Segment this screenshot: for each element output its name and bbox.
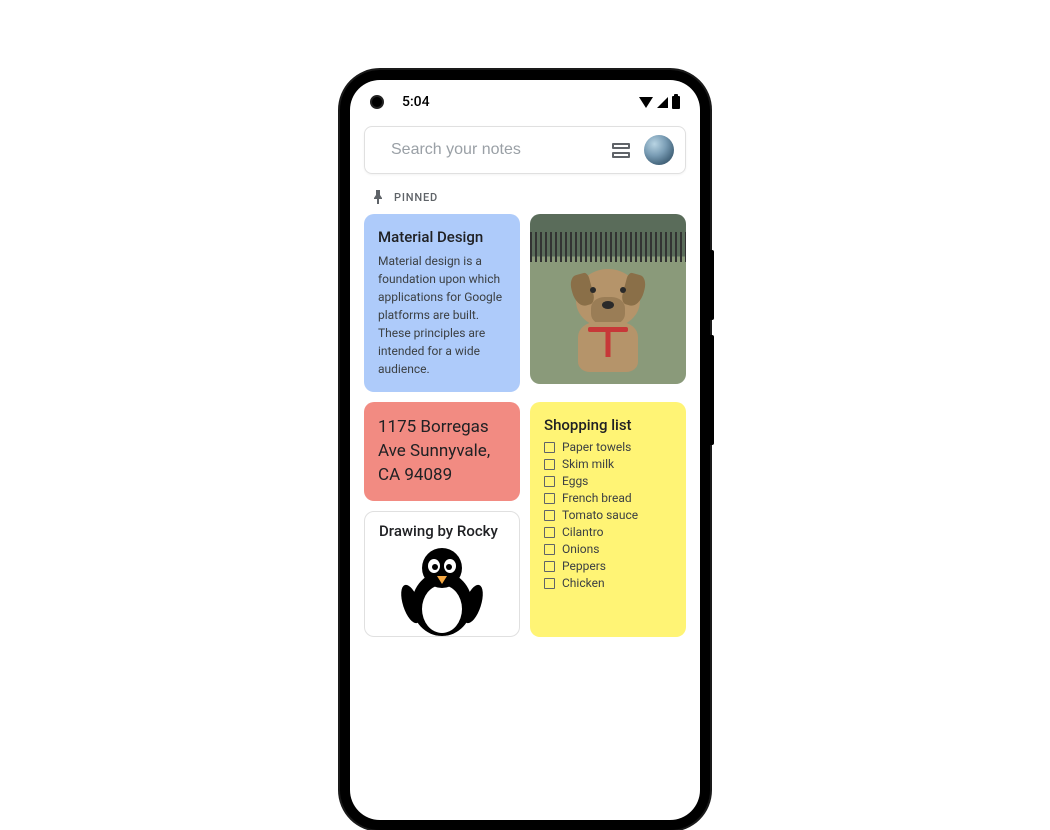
checkbox[interactable]	[544, 561, 555, 572]
checkbox[interactable]	[544, 510, 555, 521]
note-body: Material design is a foundation upon whi…	[378, 252, 506, 378]
list-item[interactable]: Eggs	[544, 474, 672, 488]
avatar[interactable]	[644, 135, 674, 165]
cellular-signal-icon	[657, 97, 668, 108]
checkbox[interactable]	[544, 476, 555, 487]
pin-icon	[372, 190, 384, 204]
note-title: Shopping list	[544, 416, 672, 434]
checkbox[interactable]	[544, 544, 555, 555]
checkbox[interactable]	[544, 442, 555, 453]
checkbox[interactable]	[544, 527, 555, 538]
item-label: French bread	[562, 491, 632, 505]
item-label: Peppers	[562, 559, 606, 573]
checkbox[interactable]	[544, 493, 555, 504]
list-item[interactable]: Peppers	[544, 559, 672, 573]
checkbox[interactable]	[544, 459, 555, 470]
status-time: 5:04	[402, 94, 430, 110]
item-label: Onions	[562, 542, 599, 556]
status-bar: 5:04	[350, 80, 700, 120]
list-item[interactable]: French bread	[544, 491, 672, 505]
list-item[interactable]: Paper towels	[544, 440, 672, 454]
note-address[interactable]: 1175 Borregas Ave Sunnyvale, CA 94089	[364, 402, 520, 501]
note-title: Drawing by Rocky	[379, 522, 505, 540]
volume-button	[710, 335, 714, 445]
list-item[interactable]: Skim milk	[544, 457, 672, 471]
item-label: Eggs	[562, 474, 588, 488]
search-input[interactable]	[391, 141, 598, 159]
note-address-text: 1175 Borregas Ave Sunnyvale, CA 94089	[378, 416, 506, 487]
checklist: Paper towels Skim milk Eggs French bread…	[544, 440, 672, 590]
penguin-drawing	[397, 546, 487, 636]
pinned-label: PINNED	[394, 191, 438, 204]
phone-screen: 5:04 PINNED	[350, 80, 700, 820]
list-item[interactable]: Tomato sauce	[544, 508, 672, 522]
wifi-icon	[639, 97, 653, 108]
item-label: Skim milk	[562, 457, 614, 471]
note-title: Material Design	[378, 228, 506, 246]
list-item[interactable]: Onions	[544, 542, 672, 556]
item-label: Paper towels	[562, 440, 631, 454]
list-item[interactable]: Cilantro	[544, 525, 672, 539]
layout-toggle-icon[interactable]	[612, 143, 630, 158]
battery-icon	[672, 96, 680, 109]
note-dog-photo[interactable]	[530, 214, 686, 384]
note-shopping-list[interactable]: Shopping list Paper towels Skim milk Egg…	[530, 402, 686, 637]
item-label: Chicken	[562, 576, 605, 590]
note-drawing[interactable]: Drawing by Rocky	[364, 511, 520, 637]
note-material-design[interactable]: Material Design Material design is a fou…	[364, 214, 520, 392]
pinned-section-header: PINNED	[350, 186, 700, 214]
notes-grid: Material Design Material design is a fou…	[350, 214, 700, 637]
checkbox[interactable]	[544, 578, 555, 589]
item-label: Cilantro	[562, 525, 604, 539]
search-bar[interactable]	[364, 126, 686, 174]
dog-photo	[530, 214, 686, 384]
item-label: Tomato sauce	[562, 508, 638, 522]
power-button	[710, 250, 714, 320]
list-item[interactable]: Chicken	[544, 576, 672, 590]
front-camera	[370, 95, 384, 109]
phone-frame: 5:04 PINNED	[340, 70, 710, 830]
